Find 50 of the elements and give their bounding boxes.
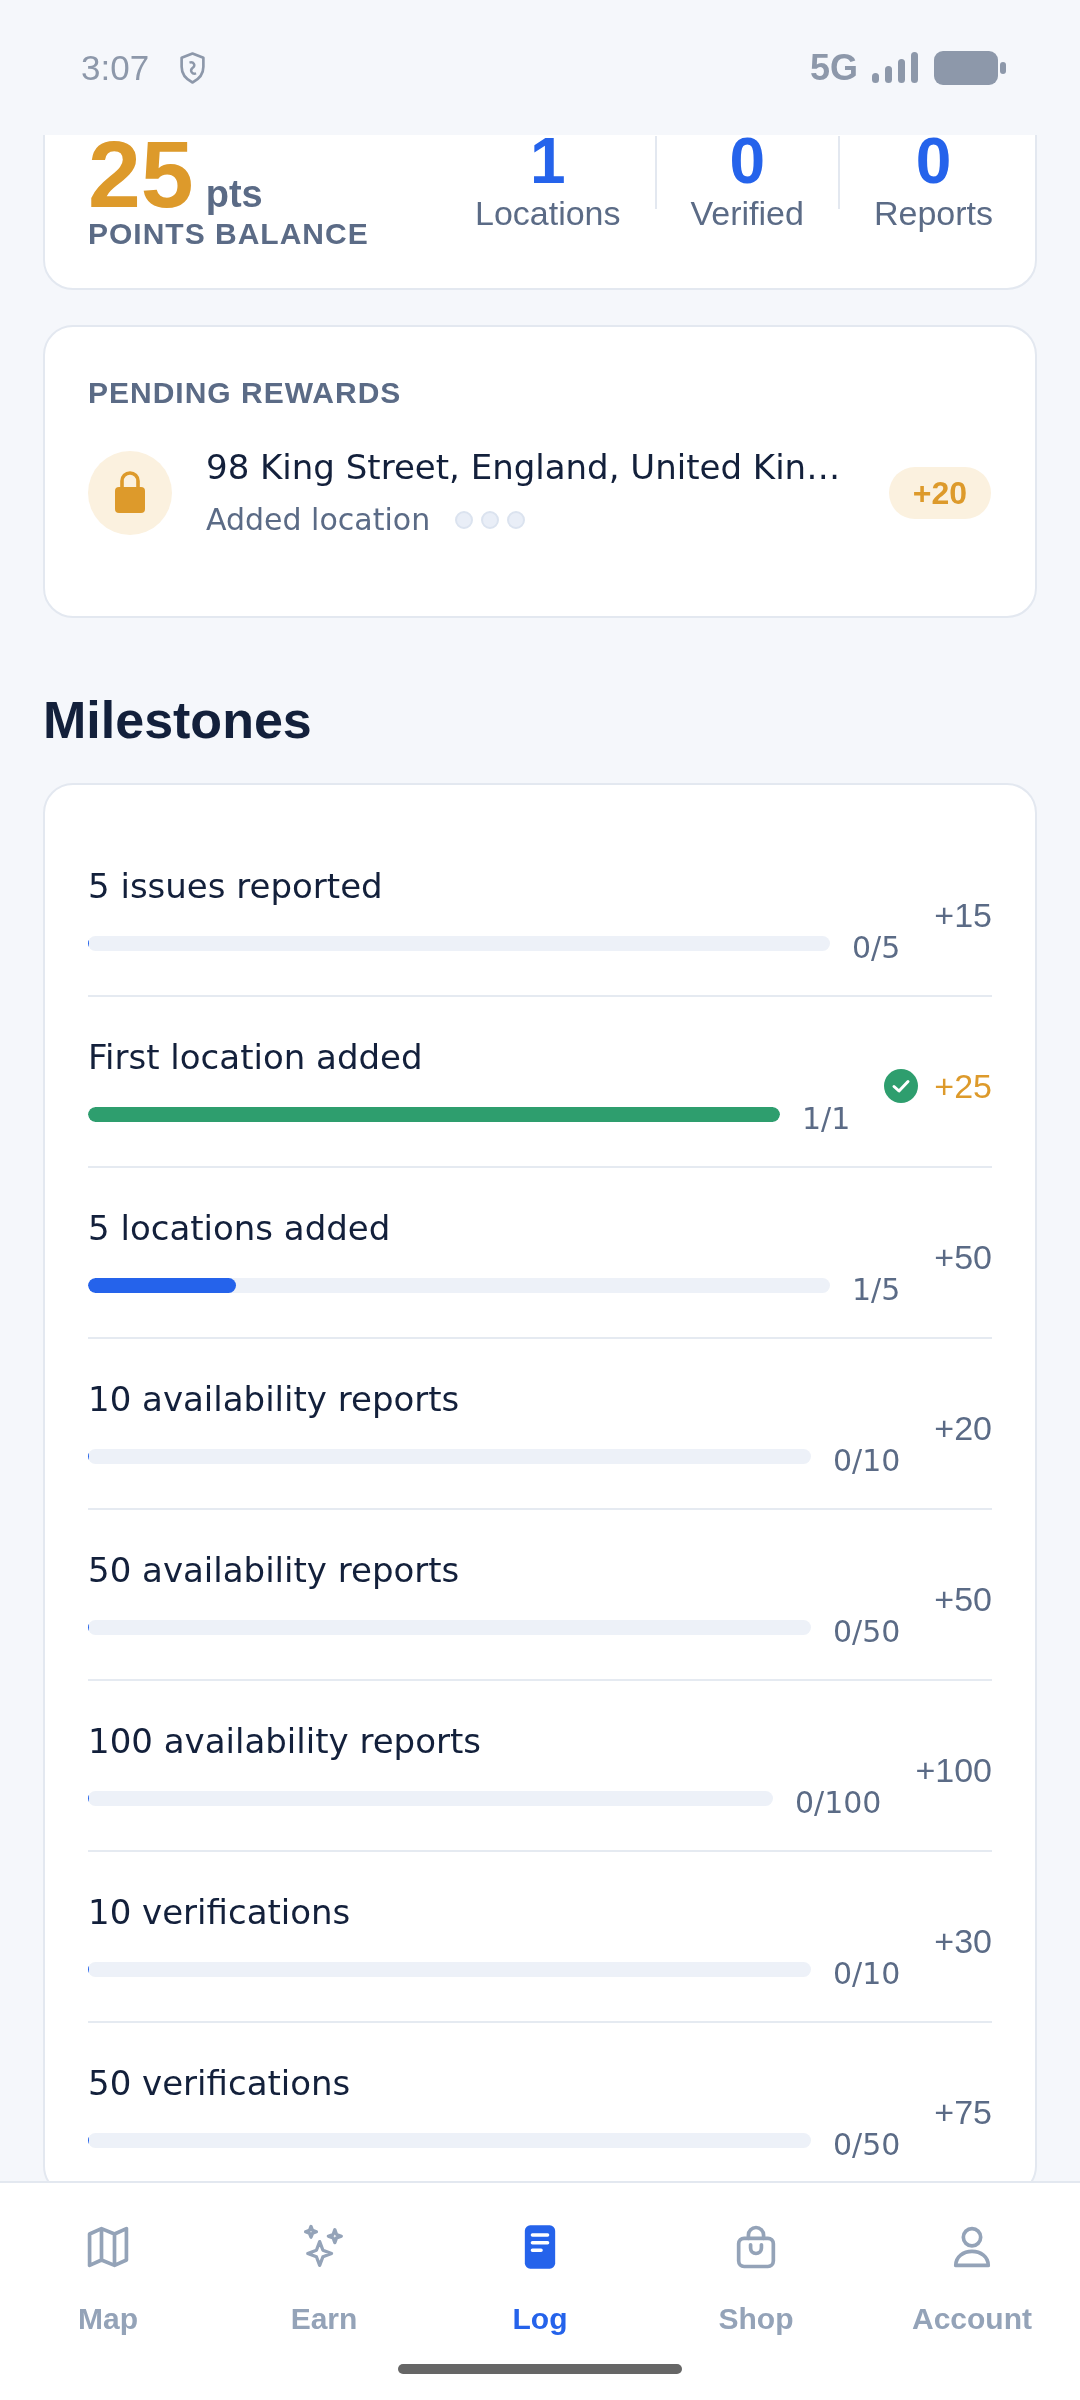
section-label: PENDING REWARDS (88, 375, 403, 411)
shield-icon (178, 50, 208, 85)
reward-points: +100 (915, 1750, 992, 1790)
nav-tab[interactable]: Map (0, 2221, 216, 2337)
network-type: 5G (809, 47, 858, 88)
reward-points: +75 (934, 2092, 992, 2132)
stat-label: Reports (873, 193, 993, 233)
location-address: 98 King Street, England, United Kin… (206, 446, 841, 488)
balance-unit: pts (205, 172, 263, 216)
check-icon (884, 1069, 919, 1103)
reward-points: +15 (934, 895, 992, 935)
reward-points: +20 (934, 1408, 992, 1448)
reward-points: +30 (934, 1921, 992, 1961)
progress-count: 0/10 (832, 1956, 901, 1992)
section-heading: Milestones (43, 690, 313, 750)
reward-points: +25 (934, 1066, 992, 1106)
milestone-title: 10 availability reports (88, 1378, 460, 1421)
nav-tab[interactable]: Shop (648, 2221, 864, 2337)
stat-value: 0 (915, 136, 952, 186)
stat-label: Verified (690, 193, 804, 233)
nav-tab[interactable]: Log (432, 2221, 648, 2337)
progress-count: 1/1 (802, 1101, 851, 1137)
status-time: 3:07 (81, 47, 150, 88)
progress-count: 0/5 (852, 930, 901, 966)
nav-tab[interactable]: Account (864, 2221, 1080, 2337)
milestone-title: 50 availability reports (88, 1549, 460, 1592)
progress-count: 1/5 (852, 1272, 901, 1308)
nav-tab[interactable]: Earn (216, 2221, 432, 2337)
signal-icon (872, 52, 918, 83)
activity-label: Added location (206, 501, 431, 539)
progress-count: 0/50 (832, 2127, 901, 2163)
reward-points: +50 (934, 1237, 992, 1277)
milestone-title: 10 verifications (88, 1891, 351, 1934)
progress-count: 0/100 (794, 1785, 882, 1821)
lock-icon (88, 450, 172, 535)
balance-label: POINTS BALANCE (88, 216, 369, 252)
milestone-title: 50 verifications (88, 2062, 351, 2105)
reward-badge: +20 (888, 466, 991, 519)
battery-icon (934, 50, 1006, 85)
stat-value: 1 (529, 136, 566, 186)
milestone-title: 5 locations added (88, 1207, 391, 1250)
stat-value: 0 (729, 136, 766, 186)
stat-label: Locations (475, 193, 621, 233)
balance-value: 25 (88, 136, 194, 212)
milestone-title: First location added (88, 1036, 423, 1079)
reward-points: +50 (934, 1579, 992, 1619)
milestone-title: 100 availability reports (88, 1720, 481, 1763)
progress-count: 0/50 (832, 1614, 901, 1650)
progress-count: 0/10 (832, 1443, 901, 1479)
milestone-title: 5 issues reported (88, 865, 383, 908)
